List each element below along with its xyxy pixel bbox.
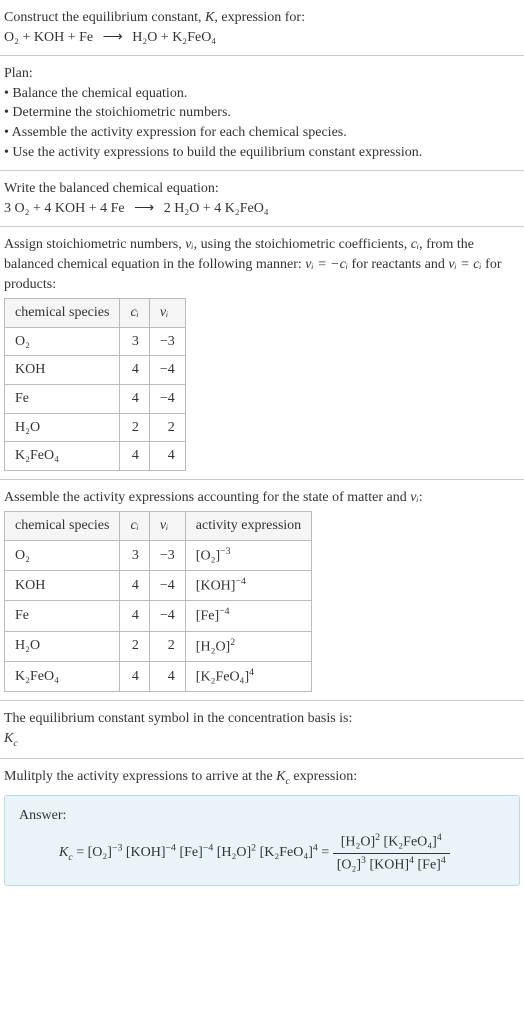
- table-row: K₂FeO₄44: [5, 442, 186, 471]
- answer-label: Answer:: [19, 806, 505, 826]
- activity-section: Assemble the activity expressions accoun…: [0, 480, 524, 701]
- table-header-row: chemical species cᵢ νᵢ: [5, 299, 186, 328]
- answer-box: Answer: Kc = [O₂]−3 [KOH]−4 [Fe]−4 [H₂O]…: [4, 795, 520, 886]
- table-row: KOH4−4: [5, 356, 186, 385]
- multiply-section: Mulitply the activity expressions to arr…: [0, 759, 524, 894]
- balanced-section: Write the balanced chemical equation: 3 …: [0, 171, 524, 227]
- table-row: H₂O22: [5, 413, 186, 442]
- kc-symbol: Kc: [4, 729, 520, 751]
- stoich-text: Assign stoichiometric numbers, νᵢ, using…: [4, 235, 520, 294]
- plan-item: • Balance the chemical equation.: [4, 84, 520, 104]
- table-header-row: chemical species cᵢ νᵢ activity expressi…: [5, 512, 312, 541]
- plan-item: • Determine the stoichiometric numbers.: [4, 103, 520, 123]
- table-row: KOH4−4[KOH]−4: [5, 571, 312, 601]
- table-row: Fe4−4: [5, 384, 186, 413]
- table-row: O₂3−3: [5, 327, 186, 356]
- table-row: H₂O22[H₂O]2: [5, 631, 312, 661]
- stoich-section: Assign stoichiometric numbers, νᵢ, using…: [0, 227, 524, 479]
- symbol-text: The equilibrium constant symbol in the c…: [4, 709, 520, 729]
- intro-equation: O₂ + KOH + Fe ⟶ H₂O + K₂FeO₄: [4, 28, 520, 48]
- plan-item: • Use the activity expressions to build …: [4, 143, 520, 163]
- answer-expression: Kc = [O₂]−3 [KOH]−4 [Fe]−4 [H₂O]2 [K₂FeO…: [59, 831, 505, 875]
- answer-fraction: [H₂O]2 [K₂FeO₄]4[O₂]3 [KOH]4 [Fe]4: [333, 831, 450, 875]
- plan-title: Plan:: [4, 64, 520, 84]
- table-row: K₂FeO₄44[K₂FeO₄]4: [5, 661, 312, 691]
- intro-text: Construct the equilibrium constant, K, e…: [4, 8, 520, 28]
- balanced-equation: 3 O₂ + 4 KOH + 4 Fe ⟶ 2 H₂O + 4 K₂FeO₄: [4, 199, 520, 219]
- table-row: Fe4−4[Fe]−4: [5, 601, 312, 631]
- plan-section: Plan: • Balance the chemical equation. •…: [0, 56, 524, 171]
- multiply-text: Mulitply the activity expressions to arr…: [4, 767, 520, 789]
- stoich-table: chemical species cᵢ νᵢ O₂3−3 KOH4−4 Fe4−…: [4, 298, 186, 471]
- balanced-title: Write the balanced chemical equation:: [4, 179, 520, 199]
- activity-table: chemical species cᵢ νᵢ activity expressi…: [4, 511, 312, 692]
- activity-text: Assemble the activity expressions accoun…: [4, 488, 520, 508]
- intro-section: Construct the equilibrium constant, K, e…: [0, 0, 524, 56]
- table-row: O₂3−3[O₂]−3: [5, 540, 312, 570]
- plan-item: • Assemble the activity expression for e…: [4, 123, 520, 143]
- symbol-section: The equilibrium constant symbol in the c…: [0, 701, 524, 759]
